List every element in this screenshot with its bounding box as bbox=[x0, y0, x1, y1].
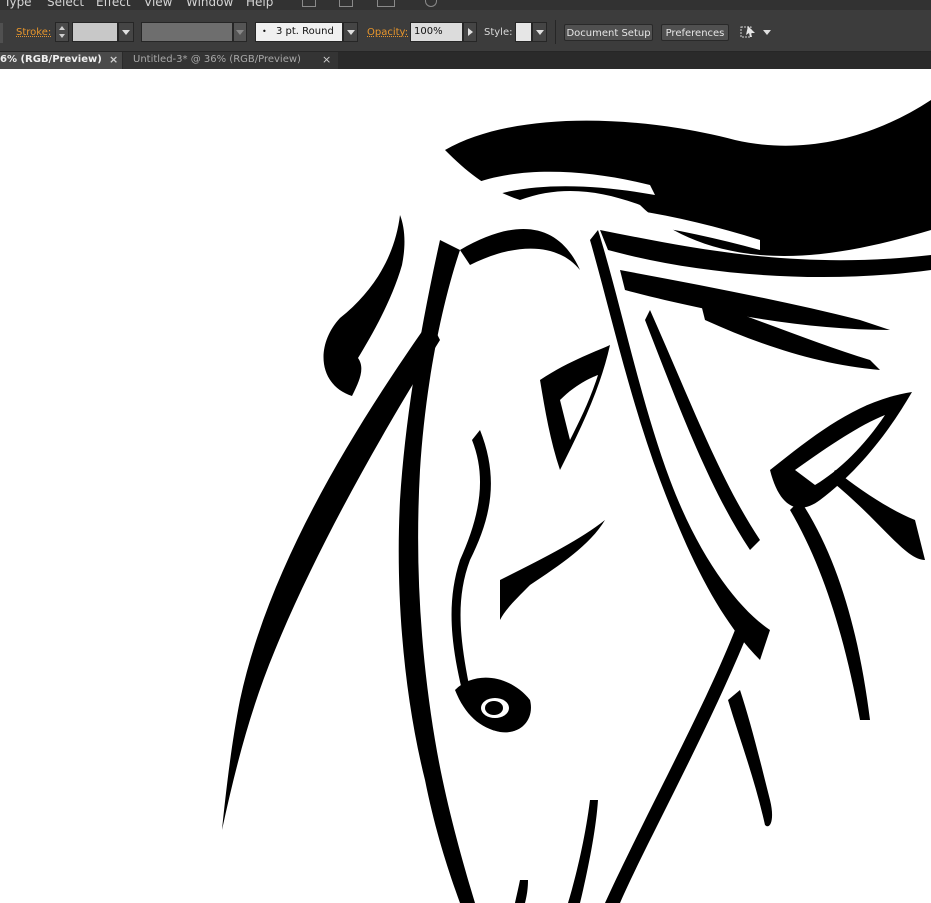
brush-value: 3 pt. Round bbox=[276, 26, 334, 37]
tab-title: 6% (RGB/Preview) bbox=[0, 54, 102, 65]
tab-close-icon[interactable]: × bbox=[109, 52, 118, 68]
menu-bar: Type Select Effect View Window Help bbox=[0, 0, 931, 10]
graphic-style-dropdown[interactable] bbox=[532, 22, 547, 42]
horse-head-icon[interactable] bbox=[0, 69, 931, 903]
control-panel-menu[interactable] bbox=[761, 24, 773, 40]
arrange-documents-icon[interactable] bbox=[377, 0, 395, 7]
opacity-field[interactable]: 100% bbox=[410, 22, 463, 42]
artboard-canvas[interactable] bbox=[0, 69, 931, 903]
menu-window[interactable]: Window bbox=[186, 0, 233, 9]
brush-definition-field[interactable]: • 3 pt. Round bbox=[255, 22, 343, 42]
gpu-performance-icon[interactable] bbox=[425, 0, 437, 7]
control-bar: Stroke: • 3 pt. Round Opacity: 100% Styl… bbox=[0, 10, 931, 52]
style-label: Style: bbox=[484, 27, 513, 38]
brush-dropdown[interactable] bbox=[343, 22, 358, 42]
isolate-mode-icon[interactable] bbox=[740, 24, 758, 40]
tab-current-document[interactable]: 6% (RGB/Preview) × bbox=[0, 52, 122, 69]
toolbar-divider bbox=[555, 20, 556, 44]
menu-select[interactable]: Select bbox=[47, 0, 84, 9]
menu-type[interactable]: Type bbox=[4, 0, 32, 9]
variable-width-dropdown[interactable] bbox=[233, 22, 247, 42]
stock-icon[interactable] bbox=[339, 0, 353, 7]
opacity-label[interactable]: Opacity: bbox=[367, 27, 408, 38]
fill-swatch-edge[interactable] bbox=[0, 23, 3, 43]
document-tab-bar: 6% (RGB/Preview) × Untitled-3* @ 36% (RG… bbox=[0, 52, 931, 69]
variable-width-profile[interactable] bbox=[141, 22, 233, 42]
stroke-weight-field[interactable] bbox=[72, 22, 118, 42]
menu-effect[interactable]: Effect bbox=[96, 0, 131, 9]
tab-close-icon[interactable]: × bbox=[322, 52, 331, 68]
opacity-slider-arrow[interactable] bbox=[463, 22, 477, 42]
graphic-style-swatch[interactable] bbox=[515, 22, 532, 42]
bridge-icon[interactable] bbox=[302, 0, 316, 7]
document-setup-button[interactable]: Document Setup bbox=[564, 24, 653, 41]
brush-dot-icon: • bbox=[262, 27, 267, 36]
stroke-weight-stepper[interactable] bbox=[55, 22, 69, 42]
menu-view[interactable]: View bbox=[144, 0, 172, 9]
tab-title: Untitled-3* @ 36% (RGB/Preview) bbox=[133, 54, 301, 65]
tab-untitled-3[interactable]: Untitled-3* @ 36% (RGB/Preview) × bbox=[123, 52, 338, 69]
preferences-button[interactable]: Preferences bbox=[661, 24, 729, 41]
stroke-label[interactable]: Stroke: bbox=[16, 27, 51, 38]
stroke-weight-dropdown[interactable] bbox=[118, 22, 134, 42]
menu-help[interactable]: Help bbox=[246, 0, 273, 9]
